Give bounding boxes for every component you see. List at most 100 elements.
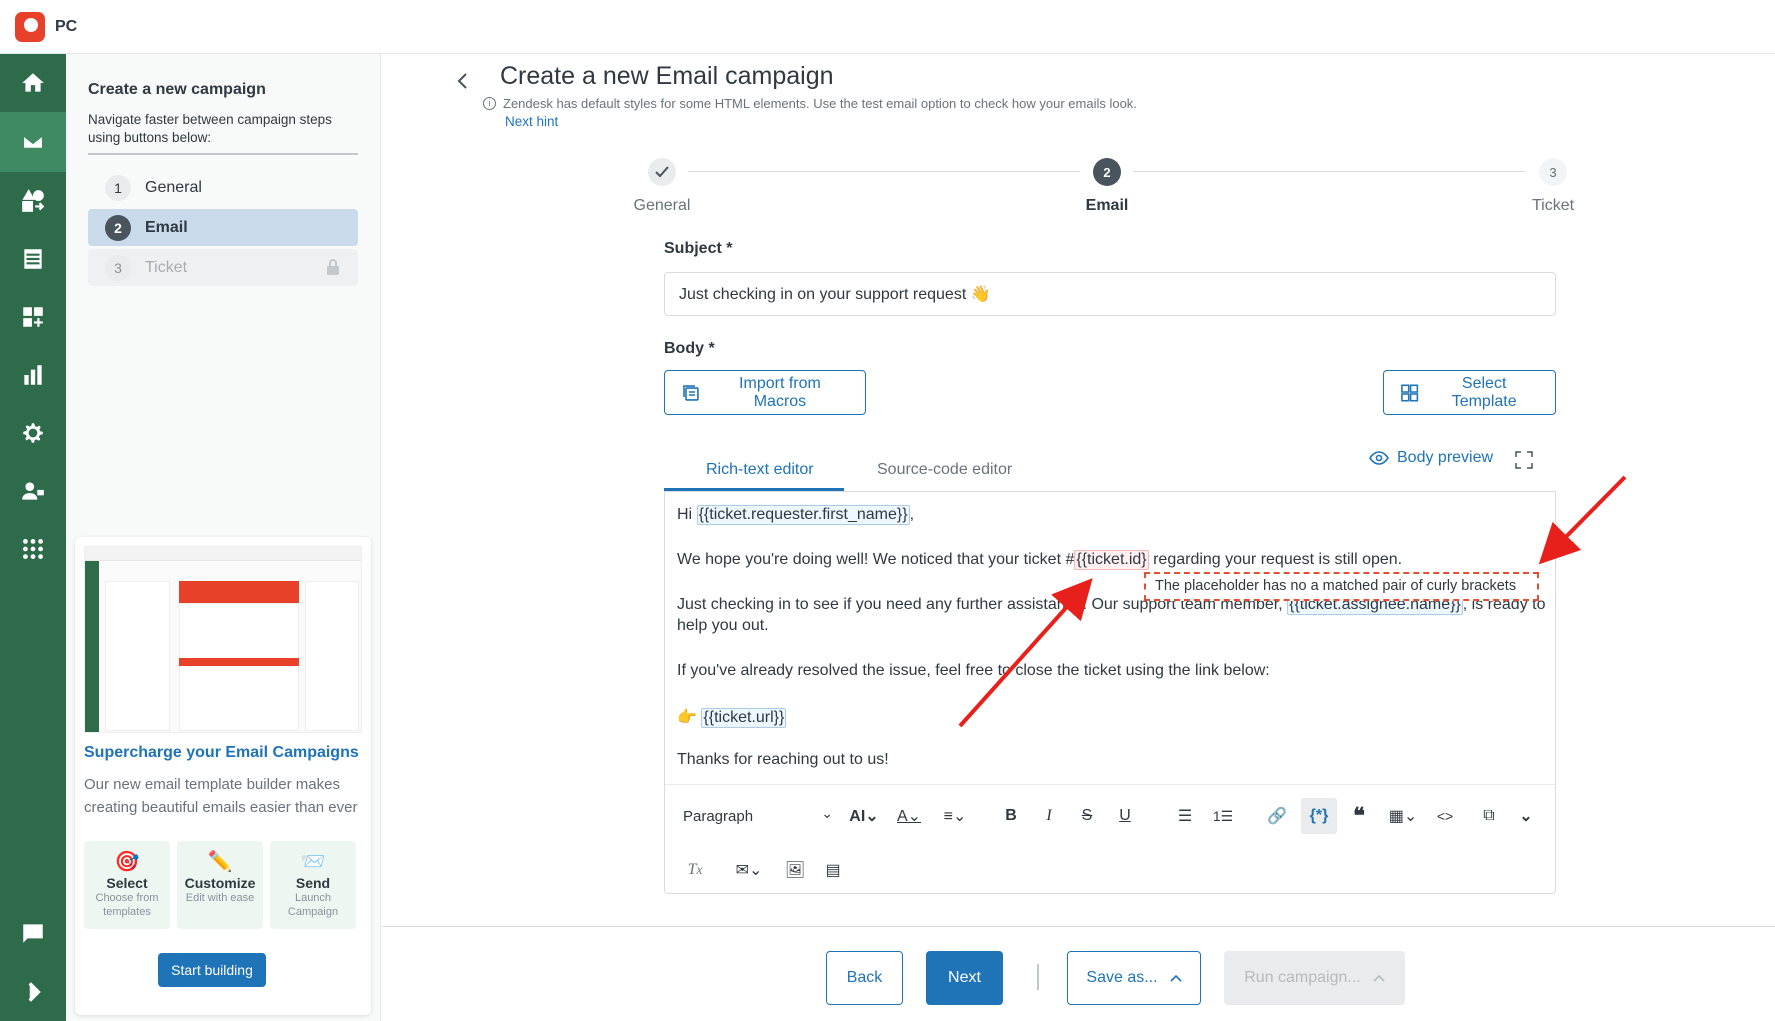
pencil-icon: ✏️ [207, 851, 233, 873]
body-preview-button[interactable]: Body preview [1369, 449, 1493, 467]
bullet-list-icon[interactable]: ☰ [1169, 798, 1201, 834]
numbered-list-icon[interactable]: 1☰ [1207, 798, 1239, 834]
mail-merge-icon[interactable]: ✉⌄ [727, 854, 771, 886]
gear-icon[interactable] [0, 404, 66, 462]
stepper-step-email[interactable]: 2 [1093, 158, 1121, 186]
pointing-hand-emoji: 👉 [677, 709, 697, 726]
bar-chart-icon[interactable] [0, 346, 66, 404]
step-label: General [145, 178, 202, 196]
placeholder-icon[interactable]: {*} [1301, 798, 1337, 834]
table-icon[interactable]: ▦⌄ [1381, 798, 1425, 834]
sidebar-title: Create a new campaign [88, 81, 266, 98]
chevron-up-icon [1373, 974, 1385, 982]
start-building-button[interactable]: Start building [158, 953, 266, 987]
promo-card: Supercharge your Email Campaigns Our new… [75, 537, 371, 1015]
grid-icon[interactable] [0, 520, 66, 578]
annotation-arrow-right [1538, 475, 1627, 565]
promo-text: Our new email template builder makes cre… [84, 776, 358, 816]
info-icon: i [483, 97, 496, 110]
subject-input[interactable] [664, 272, 1556, 316]
page-title: Create a new Email campaign [500, 62, 834, 90]
editor-line: We hope you're doing well! We noticed th… [677, 550, 1403, 570]
footer-divider [382, 926, 1775, 927]
placeholder-chip-error[interactable]: {{ticket.id} [1074, 550, 1149, 570]
bold-icon[interactable]: B [995, 798, 1027, 834]
template-grid-icon [1401, 384, 1419, 401]
sidebar-step-email[interactable]: 2 Email [88, 209, 358, 246]
eye-icon [1369, 451, 1389, 465]
back-chevron-icon[interactable] [454, 70, 472, 92]
feature-customize: ✏️ Customize Edit with ease [177, 841, 263, 929]
import-from-macros-button[interactable]: Import from Macros [664, 370, 866, 415]
step-number: 1 [105, 174, 131, 201]
user-lock-icon[interactable] [0, 462, 66, 520]
chevron-right-icon[interactable] [0, 963, 66, 1021]
template-block-icon[interactable]: ▤ [817, 854, 849, 886]
stepper-step-ticket[interactable]: 3 [1539, 158, 1567, 186]
align-icon[interactable]: ≡⌄ [935, 798, 975, 834]
chevron-down-icon: ⌄ [821, 805, 833, 821]
send-icon: 📨 [300, 851, 326, 873]
app-name: PC [55, 18, 78, 35]
font-color-icon[interactable]: A⌄ [889, 798, 929, 834]
feature-send: 📨 Send Launch Campaign [270, 841, 356, 929]
image-icon[interactable]: 🖼 [779, 854, 811, 886]
paragraph-format-select[interactable]: Paragraph ⌄ [683, 798, 833, 834]
stepper-label-ticket: Ticket [1531, 197, 1575, 214]
expand-icon[interactable] [1514, 450, 1534, 470]
more-chevron-down-icon[interactable]: ⌄ [1510, 798, 1542, 834]
clear-format-icon[interactable]: Tx [679, 854, 711, 886]
home-icon[interactable] [0, 54, 66, 112]
check-icon [655, 166, 669, 178]
stepper-step-general[interactable] [648, 158, 676, 186]
subject-label: Subject * [664, 240, 733, 257]
editor-line: help you out. [677, 617, 769, 634]
inbox-icon[interactable] [0, 230, 66, 288]
tab-source-code-editor[interactable]: Source-code editor [877, 461, 1012, 479]
select-template-button[interactable]: Select Template [1383, 370, 1556, 415]
copy-icon [683, 384, 699, 401]
campaign-steps-sidebar: Create a new campaign Navigate faster be… [66, 54, 381, 1021]
mail-icon[interactable] [0, 112, 66, 172]
insert-media-icon[interactable]: ⧉ [1473, 798, 1505, 834]
sidebar-description: Navigate faster between campaign steps u… [88, 112, 332, 145]
shapes-icon[interactable] [0, 172, 66, 230]
step-number: 2 [105, 214, 131, 241]
chat-icon[interactable] [0, 904, 66, 962]
hint-text: Zendesk has default styles for some HTML… [503, 96, 1137, 111]
step-label: Email [145, 218, 188, 236]
placeholder-chip[interactable]: {{ticket.url}} [701, 708, 787, 728]
stepper-label-email: Email [1085, 197, 1129, 214]
sidebar-step-general[interactable]: 1 General [88, 169, 358, 206]
stepper-line [1133, 171, 1525, 172]
strikethrough-icon[interactable]: S [1071, 798, 1103, 834]
body-label: Body * [664, 340, 715, 357]
lock-icon [327, 259, 339, 275]
next-button[interactable]: Next [926, 951, 1003, 1005]
rich-text-editor[interactable]: Hi {{ticket.requester.first_name}}, We h… [664, 491, 1556, 894]
run-campaign-button: Run campaign... [1224, 951, 1405, 1005]
target-icon: 🎯 [114, 851, 140, 873]
italic-icon[interactable]: I [1033, 798, 1065, 834]
link-icon[interactable]: 🔗 [1261, 798, 1293, 834]
underline-icon[interactable]: U [1109, 798, 1141, 834]
sidebar-divider [88, 153, 358, 155]
promo-title: Supercharge your Email Campaigns [84, 744, 359, 761]
chevron-up-icon [1170, 974, 1182, 982]
editor-line: Hi {{ticket.requester.first_name}}, [677, 505, 915, 525]
editor-line: 👉 {{ticket.url}} [677, 707, 787, 728]
step-label: Ticket [145, 258, 188, 276]
save-as-button[interactable]: Save as... [1067, 951, 1201, 1005]
tab-rich-text-editor[interactable]: Rich-text editor [706, 461, 814, 479]
back-button[interactable]: Back [826, 951, 903, 1005]
blockquote-icon[interactable]: ❝ [1343, 798, 1375, 834]
placeholder-chip[interactable]: {{ticket.requester.first_name}} [696, 505, 910, 525]
template-builder-preview-image [84, 546, 362, 733]
next-hint-link[interactable]: Next hint [505, 114, 558, 129]
code-icon[interactable]: <> [1429, 798, 1461, 834]
feature-select: 🎯 Select Choose from templates [84, 841, 170, 929]
sidebar-step-ticket: 3 Ticket [88, 249, 358, 286]
font-size-icon[interactable]: AI⌄ [843, 798, 885, 834]
apps-add-icon[interactable] [0, 288, 66, 346]
app-logo [15, 12, 45, 42]
